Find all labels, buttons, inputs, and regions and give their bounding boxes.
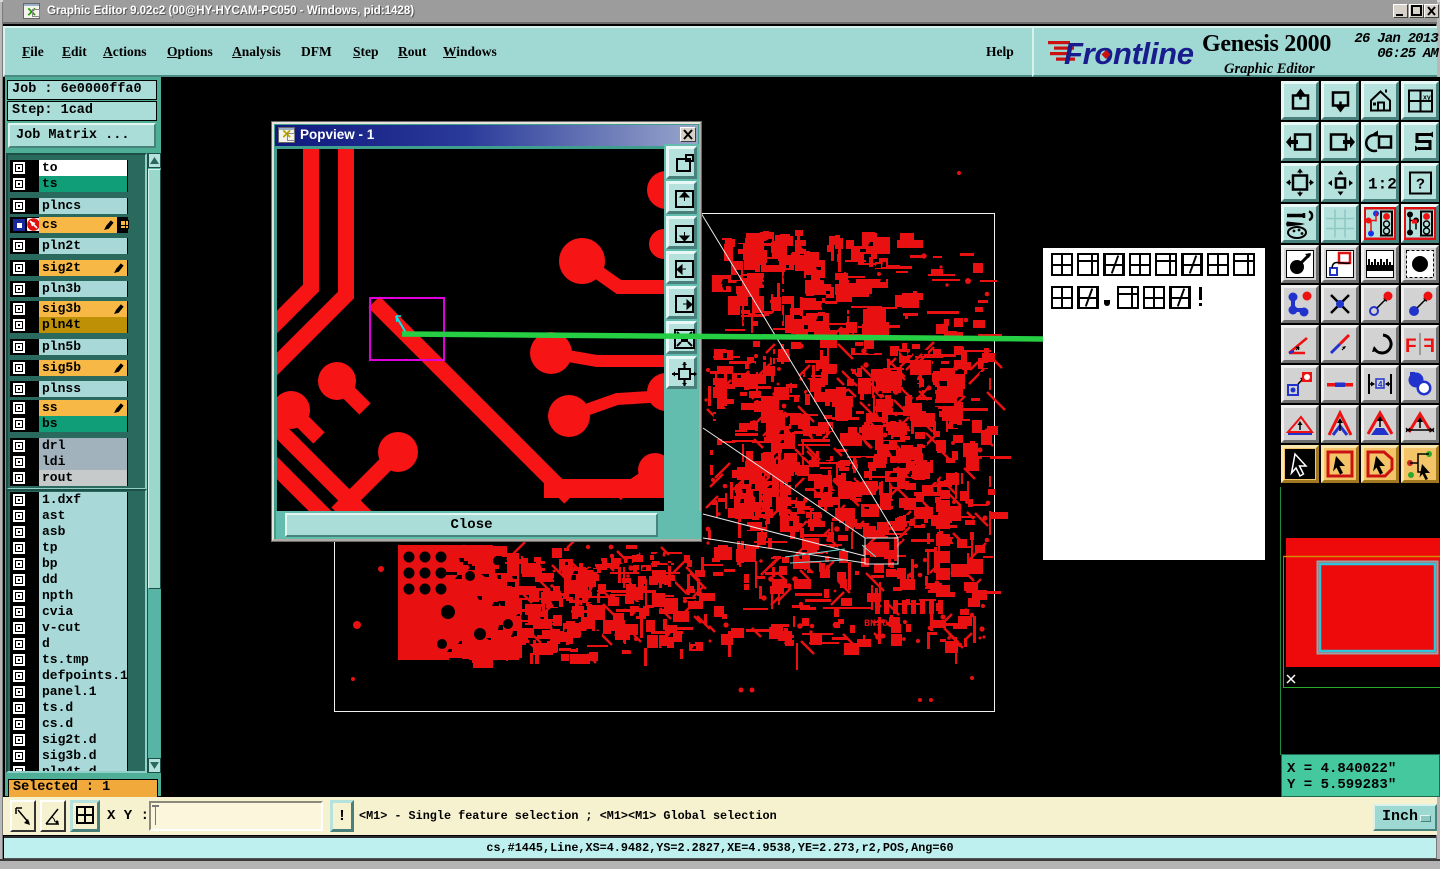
- svg-text:F: F: [1405, 336, 1417, 357]
- svg-text:4: 4: [1378, 380, 1383, 389]
- svg-text:?: ?: [1416, 177, 1425, 194]
- svg-text:Frontline: Frontline: [1064, 36, 1194, 71]
- svg-text:F: F: [1423, 336, 1435, 357]
- svg-text:1:2: 1:2: [1368, 176, 1396, 194]
- svg-text:xy: xy: [1423, 95, 1431, 102]
- svg-text:BN300: BN300: [864, 619, 894, 630]
